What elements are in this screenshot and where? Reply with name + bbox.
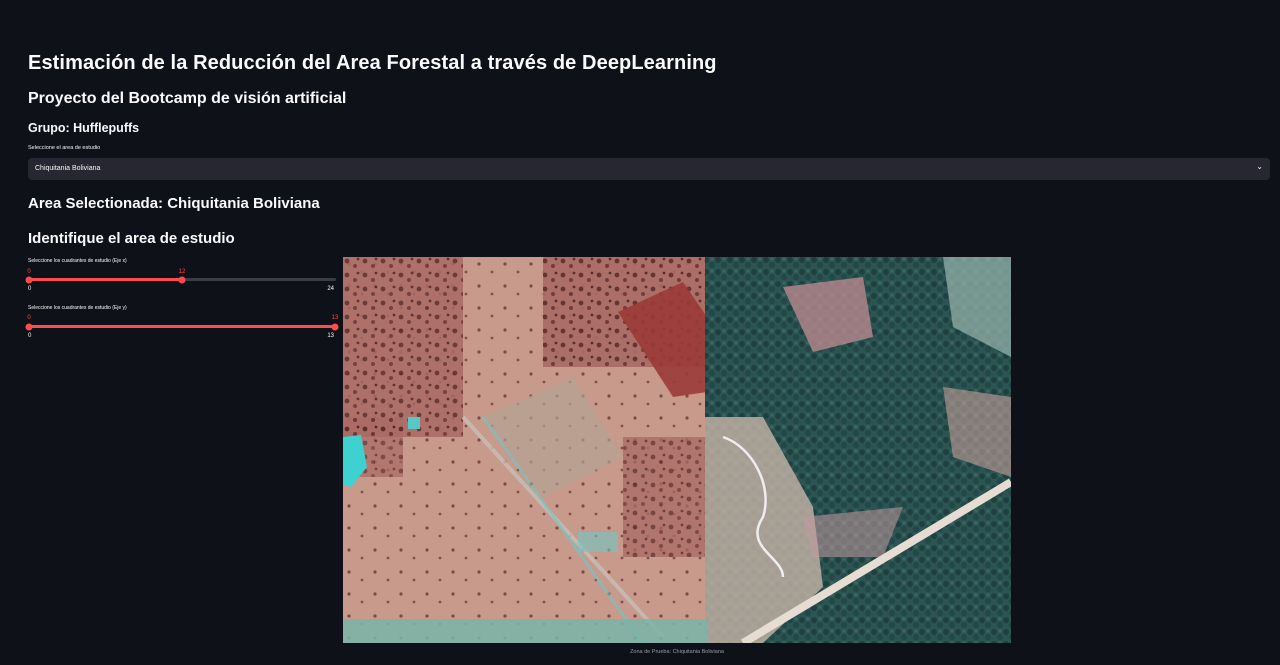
group-name: Grupo: Hufflepuffs [28,121,140,135]
slider-y-range [29,325,335,328]
selected-area-heading: Area Selectionada: Chiquitania Boliviana [28,195,320,212]
slider-y-axis[interactable]: Seleccione los cuadrantes de estudio (Ej… [25,305,339,345]
slider-y-low-handle[interactable] [25,323,33,330]
area-select[interactable]: Chiquitania Boliviana ⌄ [28,158,1270,180]
page-title: Estimación de la Reducción del Area Fore… [28,52,717,74]
page-subtitle: Proyecto del Bootcamp de visión artifici… [28,90,347,107]
slider-x-axis[interactable]: Seleccione los cuadrantes de estudio (Ej… [25,258,336,298]
slider-x-high-value: 12 [178,269,186,275]
satellite-map-image [343,257,1011,643]
slider-x-range [29,278,182,281]
slider-y-label: Seleccione los cuadrantes de estudio (Ej… [28,305,127,311]
identify-heading: Identifique el area de estudio [28,230,235,247]
slider-x-min: 0 [28,286,32,292]
slider-y-low-value: 0 [27,315,31,321]
slider-y-min: 0 [28,333,32,339]
slider-x-low-handle[interactable] [25,276,33,283]
slider-x-high-handle[interactable] [178,276,186,283]
map-caption: Zona de Prueba: Chiquitania Boliviana [630,649,724,655]
slider-y-high-value: 13 [331,315,339,321]
slider-x-label: Seleccione los cuadrantes de estudio (Ej… [28,258,127,264]
slider-y-max: 13 [327,333,334,339]
slider-y-high-handle[interactable] [331,323,339,330]
chevron-down-icon: ⌄ [1256,162,1263,171]
area-select-value: Chiquitania Boliviana [35,165,101,172]
slider-x-max: 24 [327,286,334,292]
slider-x-low-value: 0 [27,269,31,275]
area-select-label: Seleccione el area de estudio [28,145,101,151]
